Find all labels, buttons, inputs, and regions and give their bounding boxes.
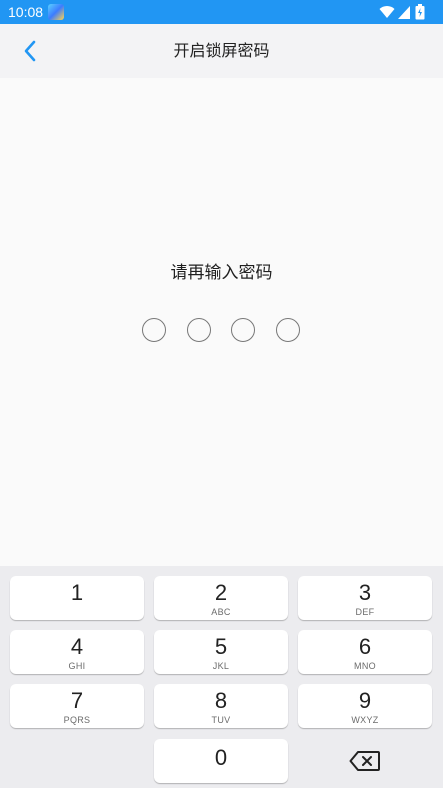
key-letters: TUV bbox=[211, 715, 231, 725]
pin-prompt: 请再输入密码 bbox=[170, 263, 273, 283]
key-digit: 8 bbox=[214, 688, 228, 713]
page-title: 开启锁屏密码 bbox=[173, 41, 270, 60]
key-digit: 9 bbox=[358, 688, 372, 713]
wifi-icon bbox=[379, 6, 395, 18]
key-digit: 4 bbox=[70, 634, 84, 659]
key-digit: 5 bbox=[214, 634, 228, 659]
key-digit: 2 bbox=[214, 580, 228, 605]
chevron-left-icon bbox=[24, 40, 36, 62]
status-bar: 10:08 bbox=[0, 0, 443, 24]
pin-dot bbox=[142, 318, 166, 342]
key-digit: 0 bbox=[214, 745, 228, 770]
backspace-icon bbox=[349, 751, 380, 771]
pin-indicator bbox=[142, 318, 302, 342]
key-7[interactable]: 7 PQRS bbox=[10, 684, 144, 728]
key-2[interactable]: 2 ABC bbox=[154, 576, 288, 620]
key-9[interactable]: 9 WXYZ bbox=[298, 684, 432, 728]
key-8[interactable]: 8 TUV bbox=[154, 684, 288, 728]
key-letters: DEF bbox=[355, 607, 375, 617]
key-letters: PQRS bbox=[63, 715, 91, 725]
key-5[interactable]: 5 JKL bbox=[154, 630, 288, 674]
status-icons bbox=[379, 4, 429, 20]
key-letters: WXYZ bbox=[351, 715, 379, 725]
key-letters: MNO bbox=[354, 661, 376, 671]
back-button[interactable] bbox=[14, 35, 46, 67]
key-0[interactable]: 0 bbox=[154, 739, 288, 783]
key-1[interactable]: 1 bbox=[10, 576, 144, 620]
key-3[interactable]: 3 DEF bbox=[298, 576, 432, 620]
key-letters: GHI bbox=[68, 661, 86, 671]
pin-dot bbox=[187, 318, 211, 342]
key-letters: JKL bbox=[212, 661, 230, 671]
key-letters: ABC bbox=[211, 607, 231, 617]
key-digit: 7 bbox=[70, 688, 84, 713]
status-time: 10:08 bbox=[8, 4, 44, 20]
key-digit: 6 bbox=[358, 634, 372, 659]
battery-icon bbox=[415, 4, 425, 20]
pin-dot bbox=[276, 318, 300, 342]
app-notification-icon bbox=[48, 4, 64, 20]
numeric-keypad: 1 2 ABC 3 DEF 4 GHI 5 JKL 6 MNO 7 PQRS 8… bbox=[0, 566, 443, 788]
key-digit: 3 bbox=[358, 580, 372, 605]
key-4[interactable]: 4 GHI bbox=[10, 630, 144, 674]
key-6[interactable]: 6 MNO bbox=[298, 630, 432, 674]
pin-dot bbox=[231, 318, 255, 342]
signal-icon bbox=[398, 6, 410, 19]
app-bar: 开启锁屏密码 bbox=[0, 24, 443, 78]
main-content: 请再输入密码 bbox=[0, 78, 443, 566]
key-digit: 1 bbox=[70, 580, 84, 605]
delete-button[interactable] bbox=[298, 739, 432, 783]
